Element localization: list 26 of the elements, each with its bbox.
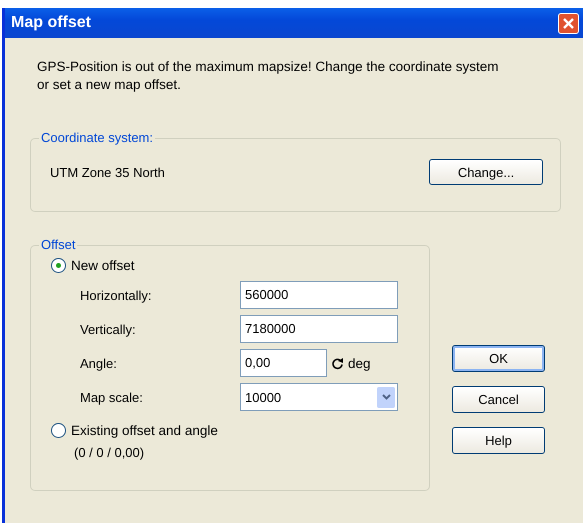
radio-label[interactable]: Existing offset and angle	[71, 423, 218, 438]
close-button[interactable]	[558, 12, 579, 34]
field-label: Vertically:	[80, 322, 137, 336]
input-field[interactable]: 560000	[240, 281, 398, 309]
group-legend: Offset	[39, 237, 78, 252]
field-label: Map scale:	[80, 390, 144, 404]
group-legend: Coordinate system:	[39, 130, 155, 145]
radio-button[interactable]	[51, 423, 66, 438]
close-icon	[562, 16, 575, 30]
change-button[interactable]: Change...	[429, 159, 543, 185]
dialog-button[interactable]: Cancel	[452, 386, 545, 413]
field-label: Angle:	[80, 356, 118, 370]
dropdown[interactable]: 10000	[240, 383, 398, 411]
offset-values: (0 / 0 / 0,00)	[73, 444, 146, 460]
radio-button[interactable]	[51, 258, 66, 273]
input-field[interactable]: 7180000	[240, 315, 398, 343]
window-title: Map offset	[11, 14, 91, 32]
dialog-button[interactable]: OK	[452, 345, 545, 372]
rotate-icon	[331, 356, 344, 370]
coordinate-system-value: UTM Zone 35 North	[50, 164, 165, 180]
input-field[interactable]: 0,00	[240, 349, 327, 377]
dialog-button[interactable]: Help	[452, 427, 545, 454]
message-text: GPS-Position is out of the maximum mapsize! Change the coordinate system or set a new map offset.	[37, 58, 500, 94]
radio-label[interactable]: New offset	[71, 258, 135, 273]
field-label: Horizontally:	[80, 288, 153, 302]
unit-label: deg	[348, 356, 371, 370]
